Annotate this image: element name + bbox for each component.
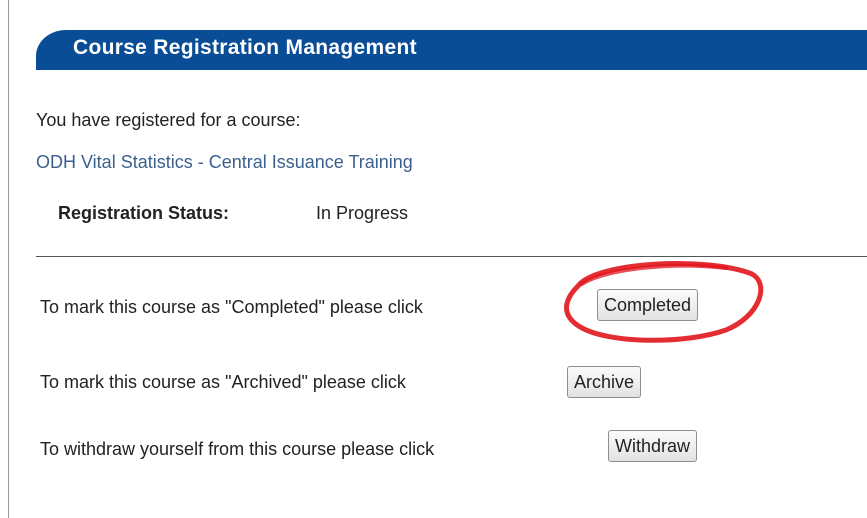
- withdraw-instruction: To withdraw yourself from this course pl…: [40, 439, 435, 459]
- registration-status-value: In Progress: [316, 203, 409, 223]
- mark-archived-instruction: To mark this course as "Archived" please…: [40, 372, 406, 392]
- withdraw-button[interactable]: Withdraw: [608, 430, 698, 462]
- page: Course Registration Management You have …: [0, 0, 867, 518]
- registration-status-label: Registration Status:: [58, 203, 230, 223]
- course-name-link[interactable]: ODH Vital Statistics - Central Issuance …: [36, 152, 413, 173]
- completed-button[interactable]: Completed: [597, 289, 699, 321]
- registration-intro-text: You have registered for a course:: [36, 110, 301, 130]
- section-divider: [36, 256, 867, 257]
- archive-button[interactable]: Archive: [567, 366, 642, 398]
- left-border-line: [8, 0, 9, 518]
- mark-completed-instruction: To mark this course as "Completed" pleas…: [40, 297, 423, 317]
- red-circle-stroke-overlap: [580, 263, 728, 286]
- page-title: Course Registration Management: [73, 36, 417, 59]
